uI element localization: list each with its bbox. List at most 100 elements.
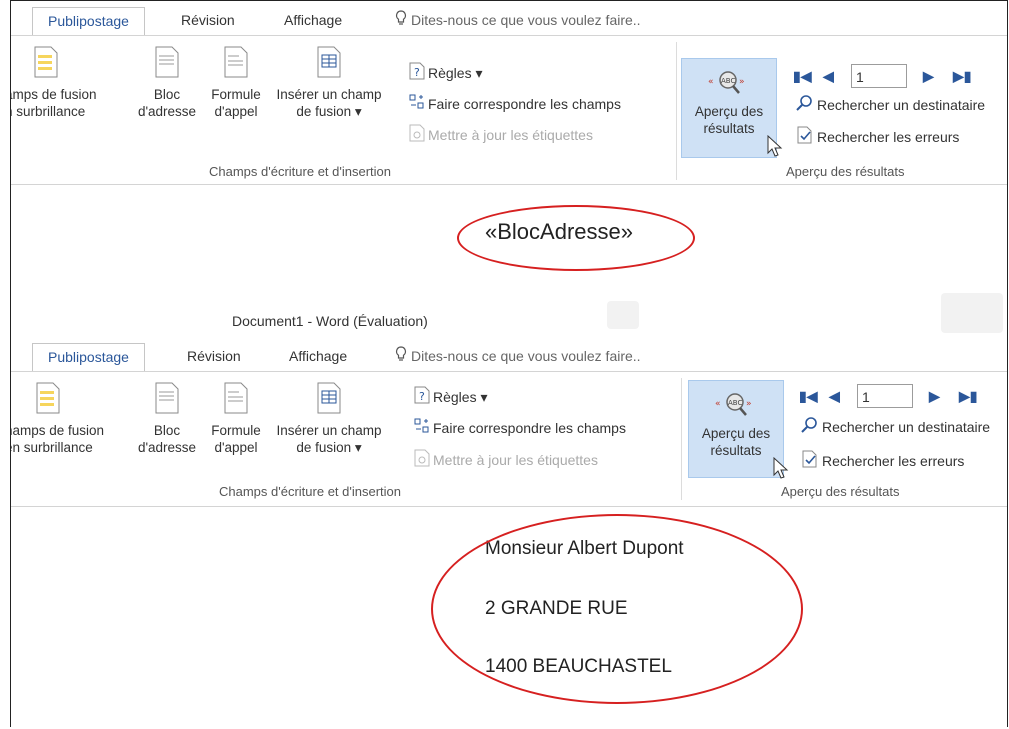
svg-text:»: » [739,77,745,87]
rules-button[interactable]: ? Règles ▾ [409,62,483,84]
preview-results-button-2[interactable]: « ABC » Aperçu des résultats [688,380,784,478]
preview-results-inner: « ABC » Aperçu des résultats [689,391,783,459]
update-labels-button: Mettre à jour les étiquettes [409,124,593,146]
update-labels-button-2: Mettre à jour les étiquettes [414,449,598,471]
record-navigator: ▮◀ ◀ 1 ▶ ▶▮ [793,64,1003,90]
ribbon-mailings-bottom: hamps de fusion en surbrillance Bloc d'a… [11,371,1007,507]
update-labels-icon [414,449,430,473]
insert-field-icon [269,46,389,82]
check-errors-icon [796,126,814,150]
tab-publipostage[interactable]: Publipostage [32,7,145,35]
greeting-line-icon [205,382,267,418]
check-errors-label: Rechercher les erreurs [822,453,965,469]
first-record-icon[interactable]: ▮◀ [793,68,811,85]
greeting-line-button-2[interactable]: Formule d'appel [205,382,267,456]
highlight-merge-fields-button-2[interactable]: hamps de fusion en surbrillance [10,382,125,456]
tell-me-text: Dites-nous ce que vous voulez faire.. [411,12,641,28]
find-recipient-button-2[interactable]: Rechercher un destinataire [801,416,990,438]
group-label-write-insert: Champs d'écriture et d'insertion [209,164,391,179]
match-fields-label: Faire correspondre les champs [428,96,621,112]
next-record-icon[interactable]: ▶ [929,388,940,405]
record-number-input-2[interactable]: 1 [857,384,913,408]
greeting-line-button[interactable]: Formule d'appel [205,46,267,120]
next-record-icon[interactable]: ▶ [923,68,934,85]
rules-icon: ? [409,62,425,86]
find-recipient-button[interactable]: Rechercher un destinataire [796,94,985,116]
tab-affichage-2[interactable]: Affichage [279,343,357,371]
address-block-label-1: Bloc [153,87,181,102]
highlight-label-2: en surbrillance [10,440,93,455]
preview-label-2: résultats [703,121,755,136]
ribbon-mailings-top: amps de fusion n surbrillance Bloc d'adr… [11,35,1007,185]
address-block-label-2: d'adresse [137,104,197,119]
insert-merge-field-button[interactable]: Insérer un champ de fusion ▾ [269,46,389,120]
highlight-merge-fields-button[interactable]: amps de fusion n surbrillance [10,46,121,120]
mouse-cursor-icon [773,456,789,486]
lightbulb-icon [395,8,407,34]
highlight-label-1: hamps de fusion [10,423,105,438]
svg-text:ABC: ABC [721,77,735,85]
search-icon [801,416,819,440]
svg-text:»: » [746,399,752,409]
update-labels-label: Mettre à jour les étiquettes [433,452,598,468]
previous-record-icon[interactable]: ◀ [823,68,834,85]
insert-field-label-2: de fusion ▾ [296,440,362,455]
group-label-preview: Aperçu des résultats [786,164,905,179]
check-errors-button[interactable]: Rechercher les erreurs [796,126,959,148]
ribbon-tab-bar-2: Publipostage Révision Affichage Dites-no… [11,337,1007,371]
address-block-button[interactable]: Bloc d'adresse [129,46,205,120]
record-navigator-2: ▮◀ ◀ 1 ▶ ▶▮ [799,384,1004,410]
insert-merge-field-button-2[interactable]: Insérer un champ de fusion ▾ [269,382,389,456]
address-block-label-1: Bloc [153,423,181,438]
greeting-line-label-2: d'appel [214,104,258,119]
check-errors-button-2[interactable]: Rechercher les erreurs [801,450,964,472]
lightbulb-icon [395,344,407,370]
match-fields-icon [409,93,425,117]
highlight-label-2: n surbrillance [10,104,86,119]
group-label-write-insert-2: Champs d'écriture et d'insertion [219,484,401,499]
tell-me-box[interactable]: Dites-nous ce que vous voulez faire.. [395,7,641,35]
tab-affichage[interactable]: Affichage [274,7,352,35]
preview-label-1: Aperçu des [694,104,764,119]
match-fields-icon [414,417,430,441]
tab-publipostage-2[interactable]: Publipostage [32,343,145,371]
svg-text:?: ? [419,390,425,403]
tab-revision[interactable]: Révision [171,7,245,35]
annotation-ellipse-2 [431,514,803,704]
background-shape [941,293,1003,333]
background-shape [607,301,639,329]
annotation-ellipse-1 [457,205,695,271]
match-fields-label: Faire correspondre les champs [433,420,626,436]
insert-field-label-1: Insérer un champ [276,87,382,102]
address-block-label-2: d'adresse [137,440,197,455]
address-block-icon [129,382,205,418]
group-separator [676,42,677,180]
svg-text:?: ? [414,66,420,79]
tell-me-box-2[interactable]: Dites-nous ce que vous voulez faire.. [395,343,641,371]
update-labels-label: Mettre à jour les étiquettes [428,127,593,143]
preview-results-inner: « ABC » Aperçu des résultats [682,69,776,137]
tell-me-text-2: Dites-nous ce que vous voulez faire.. [411,348,641,364]
previous-record-icon[interactable]: ◀ [829,388,840,405]
mouse-cursor-icon [767,134,783,164]
match-fields-button-2[interactable]: Faire correspondre les champs [414,417,626,439]
last-record-icon[interactable]: ▶▮ [953,68,971,85]
highlight-label-1: amps de fusion [10,87,97,102]
match-fields-button[interactable]: Faire correspondre les champs [409,93,621,115]
ribbon-tab-bar: Publipostage Révision Affichage Dites-no… [11,1,1007,35]
last-record-icon[interactable]: ▶▮ [959,388,977,405]
find-recipient-label: Rechercher un destinataire [822,419,991,435]
preview-results-button[interactable]: « ABC » Aperçu des résultats [681,58,777,158]
first-record-icon[interactable]: ▮◀ [799,388,817,405]
record-number-input[interactable]: 1 [851,64,907,88]
rules-button-2[interactable]: ? Règles ▾ [414,386,488,408]
greeting-line-label-1: Formule [211,87,261,102]
screenshot-frame: Publipostage Révision Affichage Dites-no… [10,0,1008,727]
address-block-icon [129,46,205,82]
preview-label-1: Aperçu des [701,426,771,441]
magnifier-abc-icon: « ABC » [689,391,783,421]
address-block-button-2[interactable]: Bloc d'adresse [129,382,205,456]
window-title: Document1 - Word (Évaluation) [232,313,428,329]
svg-text:«: « [715,399,721,409]
tab-revision-2[interactable]: Révision [177,343,251,371]
